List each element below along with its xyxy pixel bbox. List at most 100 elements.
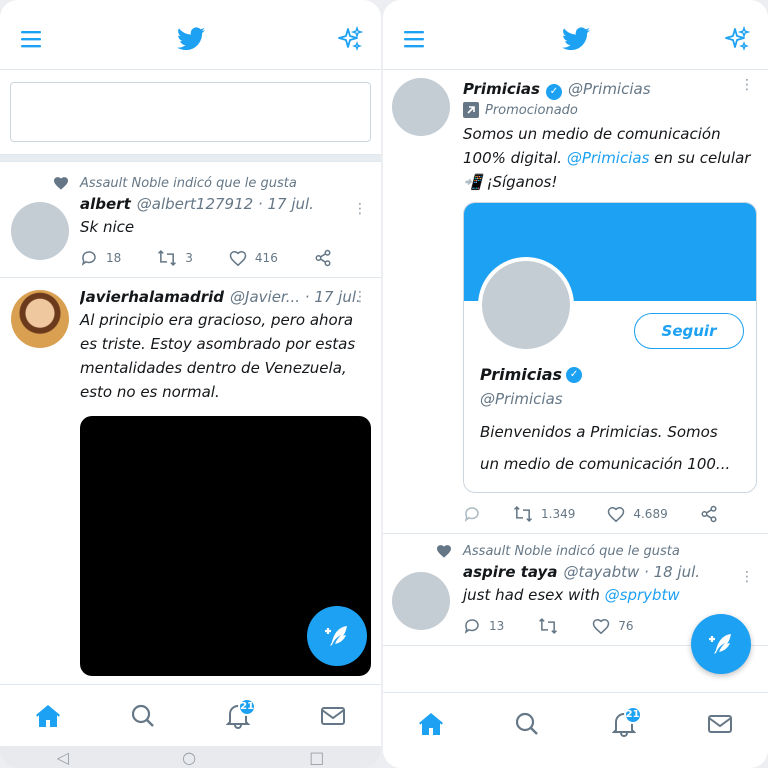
like-button[interactable]: 4.689 [607,505,668,523]
retweet-icon [158,249,177,267]
more-options-icon[interactable]: ⋮ [353,202,367,216]
more-options-icon[interactable]: ⋮ [740,78,754,92]
retweet-icon [539,617,558,635]
tweet-text: just had esex with @sprybtw [463,583,756,607]
reply-button[interactable] [463,505,481,523]
nav-home[interactable] [28,696,68,736]
social-context: Assault Noble indicó que le gusta [54,176,369,191]
twitter-bird-icon [559,22,593,56]
like-icon [608,506,625,522]
tweet-text: Somos un medio de comunicación 100% digi… [463,122,756,194]
compose-input[interactable] [10,82,371,142]
reply-button[interactable]: 13 [463,617,504,635]
home-icon [419,712,444,735]
compose-tweet-button[interactable] [307,606,367,666]
notification-badge: 21 [238,697,257,716]
card-avatar[interactable] [478,257,574,353]
verified-badge-icon: ✓ [545,84,562,100]
promoted-icon [463,102,479,118]
like-button[interactable]: 76 [592,617,634,635]
heart-icon [54,177,68,194]
back-icon[interactable]: ◁ [57,748,69,767]
heart-icon [437,545,451,562]
tweet-item[interactable]: Assault Noble indicó que le gusta albert… [0,162,381,278]
twitter-bird-icon [174,22,208,56]
promoted-tweet[interactable]: Primicias ✓ @Primicias ⋮ Promocionado So… [383,70,768,534]
author-name[interactable]: aspire taya [463,563,557,581]
retweet-icon [513,505,533,523]
avatar[interactable] [392,572,450,630]
retweet-button[interactable] [538,617,558,635]
bottom-navigation: 21 [0,684,381,746]
mail-icon [321,706,346,725]
compose-tweet-button[interactable] [691,614,751,674]
card-bio: Bienvenidos a Primicias. Somos un medio … [480,423,731,473]
like-button[interactable]: 416 [229,249,278,267]
author-name[interactable]: Javierhalamadrid [80,288,224,306]
recents-icon[interactable]: □ [309,748,324,767]
avatar[interactable] [11,202,69,260]
retweet-button[interactable]: 1.349 [513,505,575,523]
social-context-text: Assault Noble indicó que le gusta [80,176,297,191]
nav-messages[interactable] [700,704,740,744]
home-circle-icon[interactable]: ○ [182,748,196,767]
like-count: 4.689 [633,507,668,521]
reply-icon [464,619,479,634]
promoted-label: Promocionado [463,102,756,118]
card-name: Primicias [480,365,563,384]
mail-icon [707,714,732,733]
timeline-feed: Assault Noble indicó que le gusta albert… [0,70,381,684]
share-icon [701,505,717,523]
home-icon [35,704,60,727]
nav-notifications[interactable]: 21 [218,696,258,736]
profile-card[interactable]: Seguir Primicias ✓ @Primicias Bienvenidos… [463,202,757,493]
sparkle-icon[interactable] [333,22,367,56]
sparkle-icon[interactable] [720,22,754,56]
more-options-icon[interactable]: ⋮ [740,570,754,584]
share-button[interactable] [700,505,718,523]
author-name[interactable]: Primicias [463,80,540,98]
notification-badge: 21 [623,705,642,724]
search-icon [516,712,539,735]
nav-search[interactable] [507,704,547,744]
card-handle: @Primicias [480,390,563,408]
follow-button[interactable]: Seguir [634,313,744,349]
share-button[interactable] [314,249,332,267]
menu-icon[interactable] [14,22,48,56]
reply-icon [81,251,96,266]
author-handle: @Primicias [567,80,651,98]
reply-count: 18 [106,251,122,265]
nav-search[interactable] [123,696,163,736]
left-phone-screen: Assault Noble indicó que le gusta albert… [0,0,381,768]
search-icon [131,704,154,727]
author-name[interactable]: albert [80,195,131,213]
author-handle-time: @Javier... · 17 jul. [230,288,361,306]
retweet-count: 1.349 [541,507,576,521]
system-navigation-bar: ◁ ○ □ [0,746,381,768]
nav-notifications[interactable]: 21 [604,704,644,744]
timeline-feed: Primicias ✓ @Primicias ⋮ Promocionado So… [383,70,768,692]
reply-icon [464,507,479,522]
section-divider [0,154,381,162]
avatar[interactable] [392,78,450,136]
author-handle-time: @albert127912 · 17 jul. [136,195,314,213]
more-options-icon[interactable]: ⋮ [353,290,367,304]
retweet-count: 3 [185,251,193,265]
mention-link[interactable]: @sprybtw [605,586,680,604]
tweet-text: Al principio era gracioso, pero ahora es… [80,311,356,401]
tweet-text: Sk nice [80,218,135,236]
top-bar [0,8,381,70]
like-count: 76 [618,619,634,633]
menu-icon[interactable] [397,22,431,56]
like-icon [229,250,247,266]
reply-count: 13 [489,619,505,633]
nav-home[interactable] [411,704,451,744]
compose-feather-icon [325,626,347,646]
avatar[interactable] [11,290,69,348]
retweet-button[interactable]: 3 [157,249,193,267]
reply-button[interactable]: 18 [80,249,121,267]
mention-link[interactable]: @Primicias [567,149,650,167]
compose-feather-icon [709,634,731,654]
nav-messages[interactable] [313,696,353,736]
like-count: 416 [254,251,278,265]
